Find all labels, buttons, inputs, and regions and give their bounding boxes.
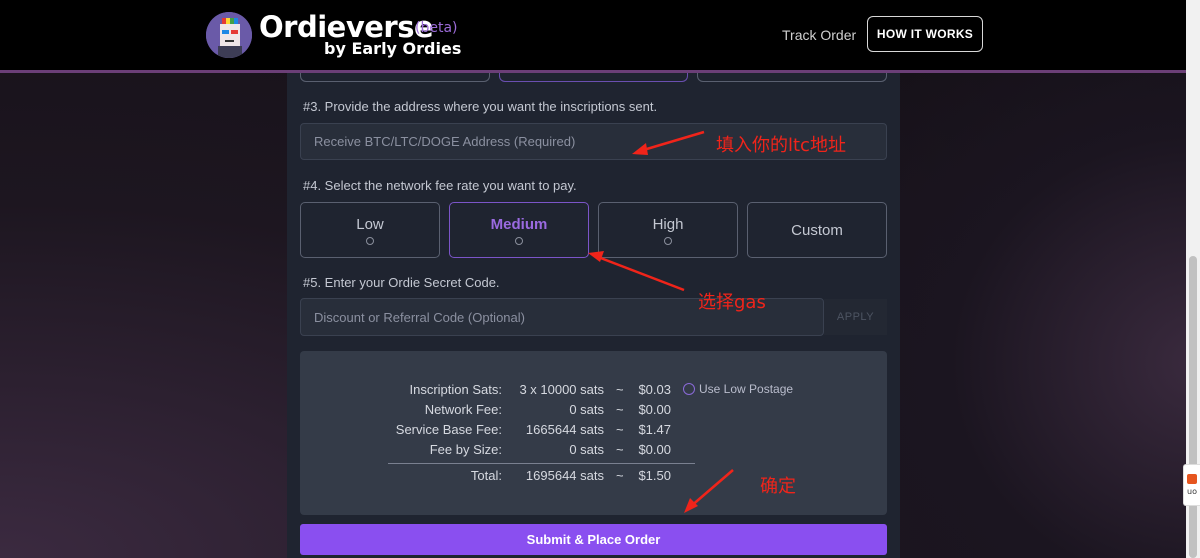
widget-icon [1187, 474, 1197, 484]
scrollbar-thumb[interactable] [1189, 256, 1197, 558]
widget-label: uo [1187, 487, 1197, 496]
annotation-gas: 选择gas [698, 292, 766, 313]
annotation-arrows [588, 130, 734, 513]
side-widget[interactable]: uo [1183, 464, 1200, 506]
annotation-confirm: 确定 [760, 476, 796, 497]
annotation-address: 填入你的ltc地址 [716, 135, 846, 156]
